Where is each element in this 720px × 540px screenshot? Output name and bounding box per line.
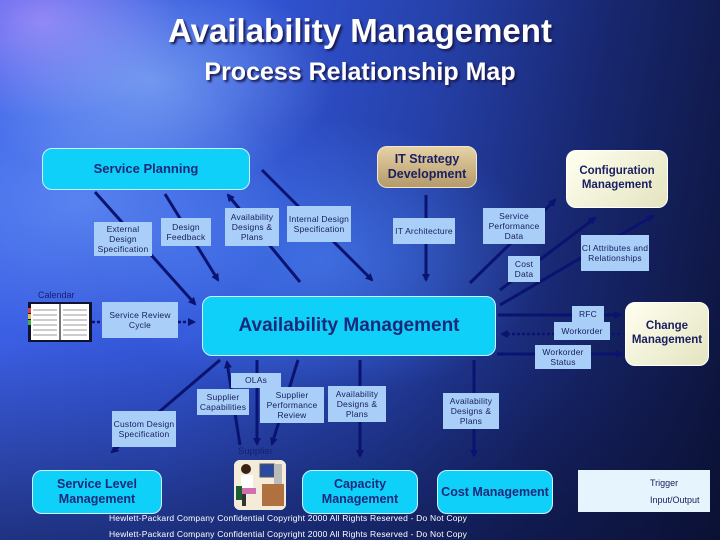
copyright-line-1: Hewlett-Packard Company Confidential Cop… xyxy=(108,513,468,523)
process-change-label: Change Management xyxy=(631,320,703,346)
slide-subtitle: Process Relationship Map xyxy=(204,58,516,86)
label-workorder: Workorder xyxy=(554,322,610,340)
label-cost-data: Cost Data xyxy=(508,256,540,282)
process-capacity-label: Capacity Management xyxy=(321,477,399,506)
process-it-strategy-label: IT Strategy Development xyxy=(387,152,467,181)
process-cost[interactable]: Cost Management xyxy=(437,470,553,514)
supplier-person-icon xyxy=(234,460,286,510)
supplier-label: Supplier xyxy=(238,446,273,457)
process-service-level-label: Service Level Management xyxy=(57,477,137,506)
process-availability-label: Availability Management xyxy=(238,314,460,336)
calendar-label: Calendar xyxy=(38,290,75,300)
process-it-strategy[interactable]: IT Strategy Development xyxy=(377,146,477,188)
slide: Availability Management Process Relation… xyxy=(0,0,720,540)
legend: Trigger Input/Output xyxy=(578,470,710,512)
label-service-perf-data: Service Performance Data xyxy=(483,208,545,244)
label-external-design-spec: External Design Specification xyxy=(94,222,152,256)
process-availability[interactable]: Availability Management xyxy=(202,296,496,356)
label-custom-design-spec: Custom Design Specification xyxy=(112,411,176,447)
process-configuration[interactable]: Configuration Management xyxy=(566,150,668,208)
process-service-planning-label: Service Planning xyxy=(93,161,199,177)
calendar-icon xyxy=(28,302,92,342)
label-avail-designs-plans-top: Availability Designs & Plans xyxy=(225,208,279,246)
legend-trigger-label: Trigger xyxy=(650,478,679,488)
process-configuration-label: Configuration Management xyxy=(579,165,655,191)
label-olas: OLAs xyxy=(231,373,281,388)
label-internal-design-spec: Internal Design Specification xyxy=(287,206,351,242)
label-rfc: RFC xyxy=(572,306,604,322)
label-avail-designs-plans-cost: Availability Designs & Plans xyxy=(443,393,499,429)
process-capacity[interactable]: Capacity Management xyxy=(302,470,418,514)
label-supplier-capabilities: Supplier Capabilities xyxy=(197,389,249,415)
process-service-planning[interactable]: Service Planning xyxy=(42,148,250,190)
process-cost-label: Cost Management xyxy=(441,484,549,499)
process-service-level[interactable]: Service Level Management xyxy=(32,470,162,514)
label-workorder-status: Workorder Status xyxy=(535,345,591,369)
label-supplier-perf-review: Supplier Performance Review xyxy=(260,387,324,423)
label-avail-designs-plans-capacity: Availability Designs & Plans xyxy=(328,386,386,422)
copyright-line-2: Hewlett-Packard Company Confidential Cop… xyxy=(108,529,468,539)
label-ci-attributes: CI Attributes and Relationships xyxy=(581,235,649,271)
label-design-feedback: Design Feedback xyxy=(161,218,211,246)
label-it-architecture: IT Architecture xyxy=(393,218,455,244)
process-change[interactable]: Change Management xyxy=(625,302,709,366)
legend-io-label: Input/Output xyxy=(650,495,700,505)
slide-title: Availability Management xyxy=(168,12,552,49)
label-service-review-cycle: Service Review Cycle xyxy=(102,302,178,338)
